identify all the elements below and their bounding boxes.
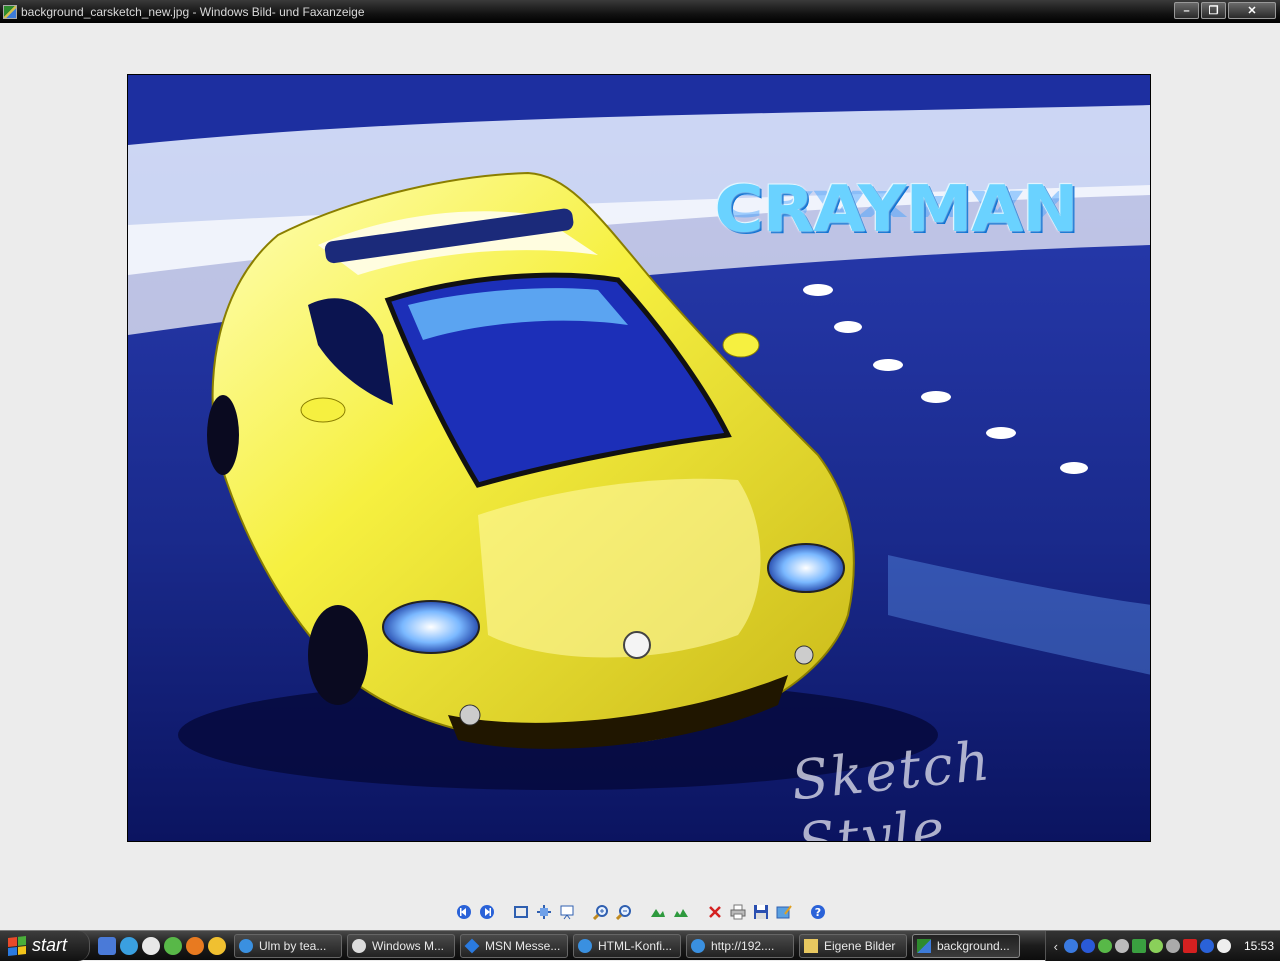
- media-player-icon[interactable]: [142, 936, 160, 955]
- zoom-in-button[interactable]: [591, 902, 611, 922]
- slideshow-icon: [560, 905, 574, 920]
- close-button[interactable]: ✕: [1228, 2, 1276, 19]
- network-icon[interactable]: [1063, 939, 1078, 953]
- window-title: background_carsketch_new.jpg - Windows B…: [21, 4, 365, 19]
- image-viewer-icon: [3, 4, 17, 19]
- slideshow-button[interactable]: [557, 902, 577, 922]
- system-tray: ‹ 15:53: [1044, 931, 1280, 961]
- open-for-editing-button[interactable]: [774, 902, 794, 922]
- next-icon: [480, 905, 494, 919]
- edit-icon: [776, 905, 792, 919]
- messenger-tray-icon[interactable]: [1097, 939, 1112, 953]
- image-viewer-icon: [917, 938, 931, 953]
- clock: 15:53: [1243, 939, 1274, 953]
- task-label: HTML-Konfi...: [598, 938, 673, 953]
- ie-icon: [578, 938, 592, 953]
- taskbar-button-html-config[interactable]: HTML-Konfi...: [573, 933, 681, 958]
- start-button[interactable]: start: [0, 930, 90, 961]
- firefox-icon[interactable]: [186, 936, 204, 955]
- rotate-clockwise-button[interactable]: [648, 902, 668, 922]
- delete-button[interactable]: [705, 902, 725, 922]
- task-label: Ulm by tea...: [259, 938, 327, 953]
- minimize-icon: –: [1183, 4, 1190, 17]
- volume-icon[interactable]: [1165, 939, 1180, 953]
- messenger-icon[interactable]: [164, 936, 182, 955]
- ie-icon: [239, 938, 253, 953]
- task-label: Windows M...: [372, 938, 445, 953]
- zoom-out-icon: [616, 905, 631, 920]
- start-label: start: [32, 935, 68, 955]
- displayed-image: CRAYMAN CRAYMAN Sketch Style: [127, 74, 1151, 842]
- task-label: background...: [937, 938, 1010, 953]
- taskbar-button-http[interactable]: http://192....: [686, 933, 794, 958]
- print-button[interactable]: [728, 902, 748, 922]
- previous-image-button[interactable]: [454, 902, 474, 922]
- rotate-counterclockwise-button[interactable]: [671, 902, 691, 922]
- window-controls: – ❐ ✕: [1174, 2, 1276, 19]
- show-desktop-icon[interactable]: [98, 936, 116, 955]
- folder-icon: [804, 938, 818, 953]
- internet-explorer-icon[interactable]: [120, 936, 138, 955]
- help-icon: ?: [811, 905, 825, 919]
- rotate-counterclockwise-icon: [674, 909, 688, 917]
- task-label: MSN Messe...: [485, 938, 561, 953]
- task-label: http://192....: [711, 938, 775, 953]
- zoom-out-button[interactable]: [614, 902, 634, 922]
- viewer-area: CRAYMAN CRAYMAN Sketch Style: [0, 23, 1280, 930]
- app-tray-icon[interactable]: [1216, 939, 1231, 953]
- taskbar-button-eigene-bilder[interactable]: Eigene Bilder: [799, 933, 907, 958]
- restore-icon: ❐: [1208, 5, 1219, 17]
- antivirus-icon[interactable]: [1182, 939, 1197, 953]
- wifi-icon[interactable]: [1148, 939, 1163, 953]
- taskbar-button-msn[interactable]: MSN Messe...: [460, 933, 568, 958]
- next-image-button[interactable]: [477, 902, 497, 922]
- close-icon: ✕: [1247, 5, 1257, 17]
- taskbar-button-windows-media[interactable]: Windows M...: [347, 933, 455, 958]
- best-fit-button[interactable]: [511, 902, 531, 922]
- actual-size-icon: [537, 905, 551, 919]
- help-button[interactable]: ?: [808, 902, 828, 922]
- print-icon: [730, 904, 746, 920]
- people-icon[interactable]: [208, 936, 226, 955]
- minimize-button[interactable]: –: [1174, 2, 1199, 19]
- taskbar: start Ulm by tea... Windows M... MSN Mes…: [0, 930, 1280, 961]
- msn-icon: [464, 938, 480, 953]
- svg-text:?: ?: [815, 906, 821, 919]
- ie-icon: [691, 938, 705, 953]
- tray-expand-icon[interactable]: ‹: [1054, 939, 1058, 954]
- previous-icon: [457, 905, 471, 919]
- update-icon[interactable]: [1199, 939, 1214, 953]
- restore-button[interactable]: ❐: [1201, 2, 1226, 19]
- zoom-in-icon: [593, 905, 608, 920]
- delete-icon: [709, 906, 721, 918]
- viewer-toolbar: ?: [454, 901, 828, 923]
- actual-size-button[interactable]: [534, 902, 554, 922]
- save-icon: [754, 905, 768, 919]
- windows-logo-icon: [8, 935, 26, 956]
- rotate-clockwise-icon: [651, 909, 665, 917]
- taskbar-button-background[interactable]: background...: [912, 933, 1020, 958]
- title-bar[interactable]: background_carsketch_new.jpg - Windows B…: [0, 0, 1280, 23]
- security-icon[interactable]: [1114, 939, 1129, 953]
- brand-text: CRAYMAN: [714, 173, 1078, 247]
- taskbar-button-ulm[interactable]: Ulm by tea...: [234, 933, 342, 958]
- monitor-icon[interactable]: [1131, 939, 1146, 953]
- media-player-icon: [352, 938, 366, 953]
- task-label: Eigene Bilder: [824, 938, 896, 953]
- best-fit-icon: [514, 906, 528, 918]
- bluetooth-icon[interactable]: [1080, 939, 1095, 953]
- quick-launch: [90, 936, 234, 955]
- copy-to-button[interactable]: [751, 902, 771, 922]
